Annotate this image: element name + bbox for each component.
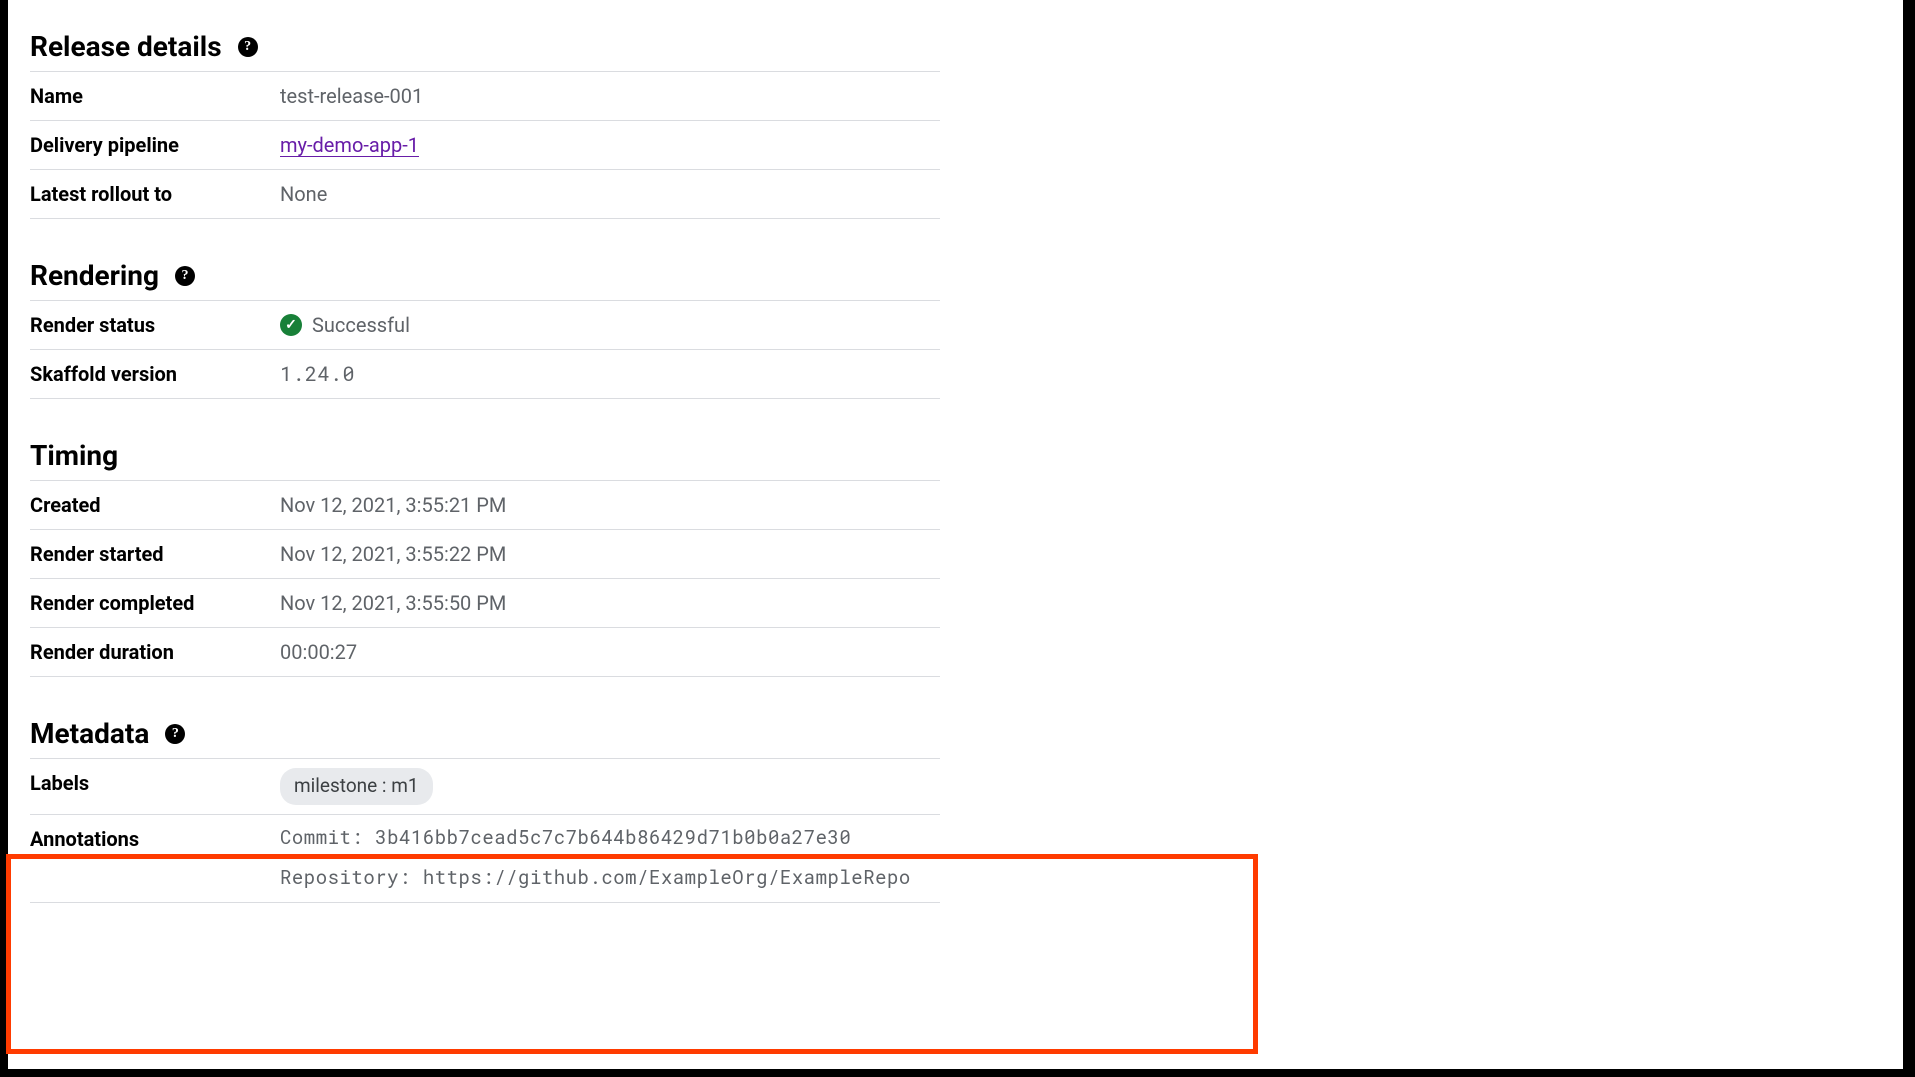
- pipeline-link[interactable]: my-demo-app-1: [280, 133, 419, 157]
- pipeline-label: Delivery pipeline: [30, 121, 280, 170]
- table-row: Delivery pipeline my-demo-app-1: [30, 121, 940, 170]
- section-title: Timing: [30, 439, 118, 472]
- render-status-value: Successful: [312, 310, 410, 340]
- render-duration-value: 00:00:27: [280, 628, 940, 677]
- section-rendering: Rendering ?: [30, 259, 940, 292]
- table-row: Render duration 00:00:27: [30, 628, 940, 677]
- name-label: Name: [30, 72, 280, 121]
- rendering-table: Render status ✓ Successful Skaffold vers…: [30, 300, 940, 399]
- annotation-repository: Repository: https://github.com/ExampleOr…: [280, 864, 940, 893]
- render-started-value: Nov 12, 2021, 3:55:22 PM: [280, 530, 940, 579]
- latest-rollout-label: Latest rollout to: [30, 170, 280, 219]
- table-row: Annotations Commit: 3b416bb7cead5c7c7b64…: [30, 814, 940, 902]
- render-status-label: Render status: [30, 301, 280, 350]
- skaffold-version-value: 1.24.0: [280, 350, 940, 399]
- table-row: Labels milestone : m1: [30, 759, 940, 815]
- release-details-table: Name test-release-001 Delivery pipeline …: [30, 71, 940, 219]
- table-row: Render status ✓ Successful: [30, 301, 940, 350]
- render-completed-value: Nov 12, 2021, 3:55:50 PM: [280, 579, 940, 628]
- table-row: Render started Nov 12, 2021, 3:55:22 PM: [30, 530, 940, 579]
- table-row: Created Nov 12, 2021, 3:55:21 PM: [30, 481, 940, 530]
- skaffold-version-label: Skaffold version: [30, 350, 280, 399]
- created-label: Created: [30, 481, 280, 530]
- section-title: Metadata: [30, 717, 149, 750]
- timing-table: Created Nov 12, 2021, 3:55:21 PM Render …: [30, 480, 940, 677]
- render-duration-label: Render duration: [30, 628, 280, 677]
- table-row: Skaffold version 1.24.0: [30, 350, 940, 399]
- table-row: Latest rollout to None: [30, 170, 940, 219]
- help-icon[interactable]: ?: [165, 724, 185, 744]
- name-value: test-release-001: [280, 72, 940, 121]
- help-icon[interactable]: ?: [238, 37, 258, 57]
- label-chip: milestone : m1: [280, 768, 433, 805]
- render-started-label: Render started: [30, 530, 280, 579]
- annotations-label: Annotations: [30, 814, 280, 902]
- status-badge: ✓ Successful: [280, 310, 940, 340]
- metadata-table: Labels milestone : m1 Annotations Commit…: [30, 758, 940, 903]
- render-completed-label: Render completed: [30, 579, 280, 628]
- table-row: Name test-release-001: [30, 72, 940, 121]
- release-details-panel: Release details ? Name test-release-001 …: [30, 30, 940, 903]
- section-metadata: Metadata ?: [30, 717, 940, 750]
- section-title: Release details: [30, 30, 222, 63]
- table-row: Render completed Nov 12, 2021, 3:55:50 P…: [30, 579, 940, 628]
- section-title: Rendering: [30, 259, 159, 292]
- latest-rollout-value: None: [280, 170, 940, 219]
- help-icon[interactable]: ?: [175, 266, 195, 286]
- section-timing: Timing: [30, 439, 940, 472]
- created-value: Nov 12, 2021, 3:55:21 PM: [280, 481, 940, 530]
- check-icon: ✓: [280, 314, 302, 336]
- labels-label: Labels: [30, 759, 280, 815]
- section-release-details: Release details ?: [30, 30, 940, 63]
- annotation-commit: Commit: 3b416bb7cead5c7c7b644b86429d71b0…: [280, 824, 940, 853]
